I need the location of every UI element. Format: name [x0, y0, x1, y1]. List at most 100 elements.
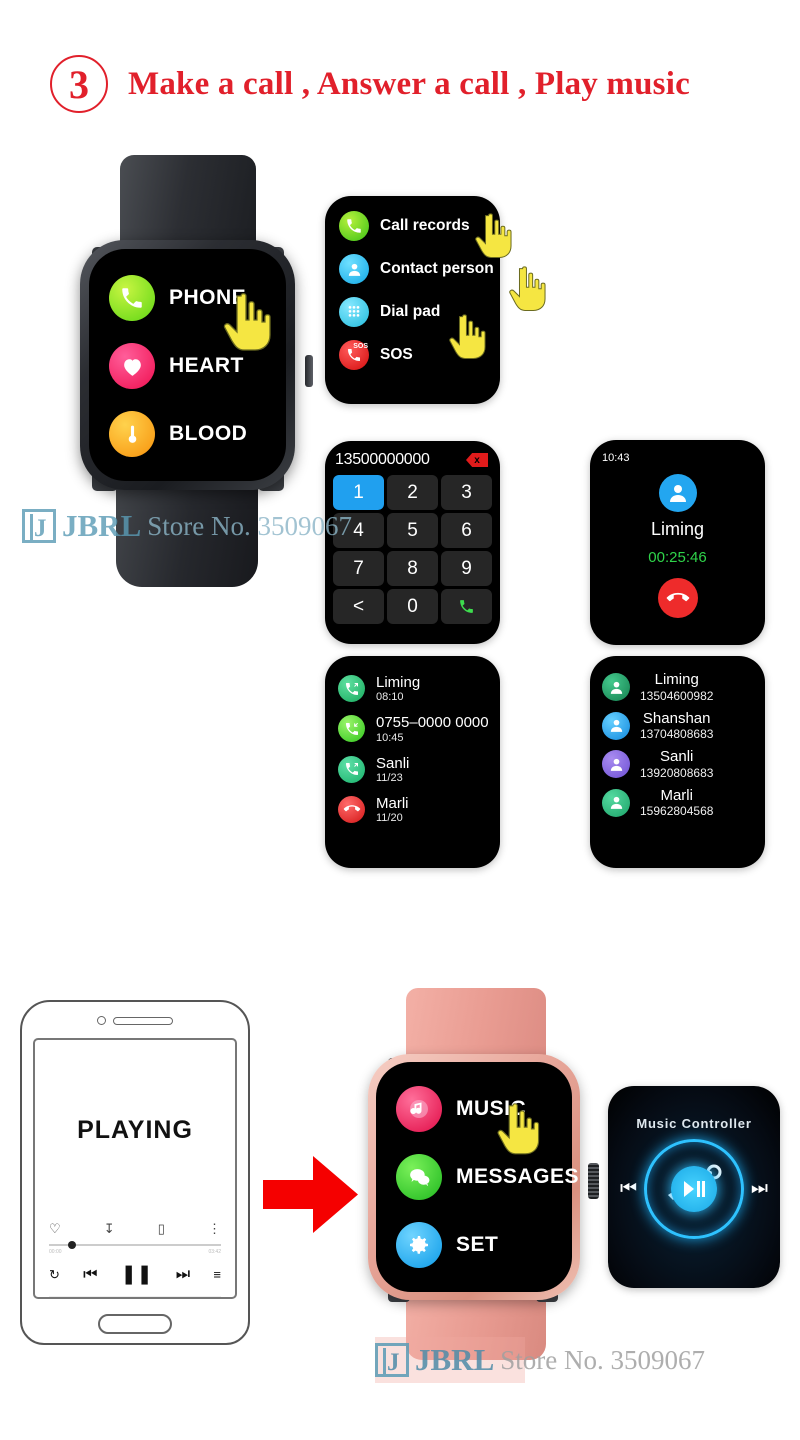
- repeat-icon[interactable]: ↻: [49, 1267, 60, 1283]
- dialpad-key-1[interactable]: 1: [333, 475, 384, 510]
- comment-icon[interactable]: ▯: [158, 1221, 165, 1237]
- hand-pointer-icon: [221, 290, 275, 352]
- phone-icon: [109, 275, 155, 321]
- previous-track-icon[interactable]: ⏮: [620, 1178, 637, 1200]
- home-button[interactable]: [98, 1314, 172, 1334]
- caller-name: Liming: [650, 519, 705, 539]
- progress-bar[interactable]: [49, 1241, 221, 1249]
- person-icon: [602, 673, 630, 702]
- dialpad-key-7[interactable]: 7: [333, 551, 384, 586]
- contact-row[interactable]: Marli 15962804568: [602, 786, 765, 818]
- call-record-time: 11/23: [376, 771, 403, 784]
- next-track-icon[interactable]: ⏭: [176, 1266, 190, 1284]
- menu-item-label: SET: [456, 1233, 499, 1256]
- progress-handle[interactable]: [67, 1241, 76, 1249]
- dialpad-key-9[interactable]: 9: [441, 551, 492, 586]
- dialpad-number-row: 13500000000 x: [333, 451, 492, 475]
- person-icon: [339, 254, 369, 284]
- contact-row[interactable]: Shanshan 13704808683: [602, 709, 765, 741]
- watch-crown-button[interactable]: [588, 1163, 599, 1199]
- contact-name: Shanshan: [642, 709, 711, 727]
- call-record-name: Sanli: [376, 754, 410, 772]
- dialpad-key-2[interactable]: 2: [387, 475, 438, 510]
- call-record-name: Liming: [376, 674, 421, 691]
- watermark-brand: JBRL: [415, 1342, 495, 1377]
- music-controller-body: ⏮ ⏭: [608, 1139, 780, 1239]
- camera-icon: [97, 1016, 106, 1025]
- watch-screen-apps-menu: MUSIC MESSAGES SET: [376, 1062, 579, 1292]
- person-icon: [602, 711, 630, 740]
- watch-crown-button[interactable]: [305, 355, 313, 387]
- watermark-bottom: J JBRL Store No. 3509067: [375, 1342, 705, 1378]
- dialpad-key-5[interactable]: 5: [387, 513, 438, 548]
- sos-badge-label: SOS: [353, 343, 368, 350]
- contact-number: 13704808683: [640, 727, 714, 741]
- brand-logo-icon: J: [22, 509, 56, 543]
- call-duration: 00:25:46: [648, 549, 707, 566]
- dialpad-key-3[interactable]: 3: [441, 475, 492, 510]
- dialpad-key-8[interactable]: 8: [387, 551, 438, 586]
- backspace-icon[interactable]: x: [466, 453, 488, 467]
- contact-name: Liming: [654, 671, 699, 688]
- music-controller-title: Music Controller: [636, 1116, 752, 1131]
- call-menu-item-label: Contact person: [380, 260, 494, 277]
- watermark-brand: JBRL: [62, 508, 142, 543]
- contact-name: Sanli: [660, 748, 694, 765]
- person-icon: [602, 750, 630, 779]
- hand-pointer-icon: [447, 312, 489, 360]
- call-record-time: 11/20: [376, 812, 403, 824]
- call-record-row[interactable]: Marli 11/20: [338, 795, 500, 824]
- play-pause-button[interactable]: [671, 1166, 717, 1212]
- menu-item-messages[interactable]: MESSAGES: [396, 1154, 579, 1200]
- dialpad-key-0[interactable]: 0: [387, 589, 438, 624]
- playlist-icon[interactable]: ≡: [213, 1267, 221, 1282]
- favorite-icon[interactable]: ♡: [49, 1221, 61, 1237]
- call-record-name: 0755–0000 0000: [376, 714, 489, 732]
- brand-logo-icon: J: [375, 1343, 409, 1377]
- watermark-store: Store No. 3509067: [500, 1344, 705, 1375]
- call-record-time: 10:45: [376, 731, 404, 744]
- contact-row[interactable]: Sanli 13920808683: [602, 748, 765, 780]
- previous-track-icon[interactable]: ⏮: [83, 1266, 97, 1284]
- call-menu-item-label: Call records: [380, 217, 470, 234]
- section-header: 3 Make a call , Answer a call , Play mus…: [50, 55, 690, 113]
- playback-controls: ↻ ⏮ ❚❚ ⏭ ≡: [49, 1263, 221, 1297]
- more-options-icon[interactable]: ⋮: [208, 1221, 221, 1237]
- phone-icon: [339, 211, 369, 241]
- pause-icon[interactable]: ❚❚: [121, 1263, 153, 1286]
- contact-number: 13920808683: [640, 765, 714, 780]
- red-arrow-icon: [263, 1152, 358, 1237]
- outgoing-call-icon: [338, 755, 365, 783]
- phone-screen-music-player: PLAYING ♡ ↧ ▯ ⋮ 00:00 03:42 ↻ ⏮ ❚❚ ⏭ ≡: [33, 1038, 237, 1299]
- next-track-icon[interactable]: ⏭: [751, 1178, 768, 1200]
- contact-name: Marli: [660, 786, 693, 804]
- watermark-top: J JBRL Store No. 3509067: [22, 508, 352, 544]
- menu-item-set[interactable]: SET: [396, 1222, 572, 1268]
- dialpad-key-6[interactable]: 6: [441, 513, 492, 548]
- watch-screen-call-menu: Call records Contact person Dial pad SOS…: [325, 196, 546, 404]
- contact-row[interactable]: Liming 13504600982: [602, 671, 765, 703]
- heart-icon: [109, 343, 155, 389]
- menu-item-label: BLOOD: [169, 422, 248, 445]
- watch-screen-contacts: Liming 13504600982 Shanshan 13704808683 …: [590, 656, 765, 868]
- call-menu-item-label: Dial pad: [380, 303, 441, 320]
- call-record-row[interactable]: Liming 08:10: [338, 674, 500, 703]
- watch-case: PHONE HEART BLOOD: [80, 240, 295, 490]
- gear-icon: [396, 1222, 442, 1268]
- download-icon[interactable]: ↧: [104, 1221, 115, 1237]
- person-icon: [602, 788, 630, 817]
- progress-times: 00:00 03:42: [49, 1249, 221, 1255]
- dialpad-call-button[interactable]: [441, 589, 492, 624]
- call-record-row[interactable]: Sanli 11/23: [338, 755, 500, 784]
- pink-smartwatch: MUSIC MESSAGES SET: [358, 988, 599, 1360]
- watermark-store: Store No. 3509067: [147, 510, 352, 541]
- chat-icon: [396, 1154, 442, 1200]
- end-call-button[interactable]: [657, 578, 698, 618]
- outgoing-call-icon: [338, 675, 365, 703]
- dialed-number: 13500000000: [335, 451, 430, 468]
- menu-item-blood[interactable]: BLOOD: [109, 411, 286, 457]
- elapsed-time: 00:00: [49, 1249, 62, 1255]
- menu-item-music[interactable]: MUSIC: [396, 1086, 572, 1132]
- call-record-row[interactable]: 0755–0000 0000 10:45: [338, 714, 500, 744]
- dialpad-back-key[interactable]: <: [333, 589, 384, 624]
